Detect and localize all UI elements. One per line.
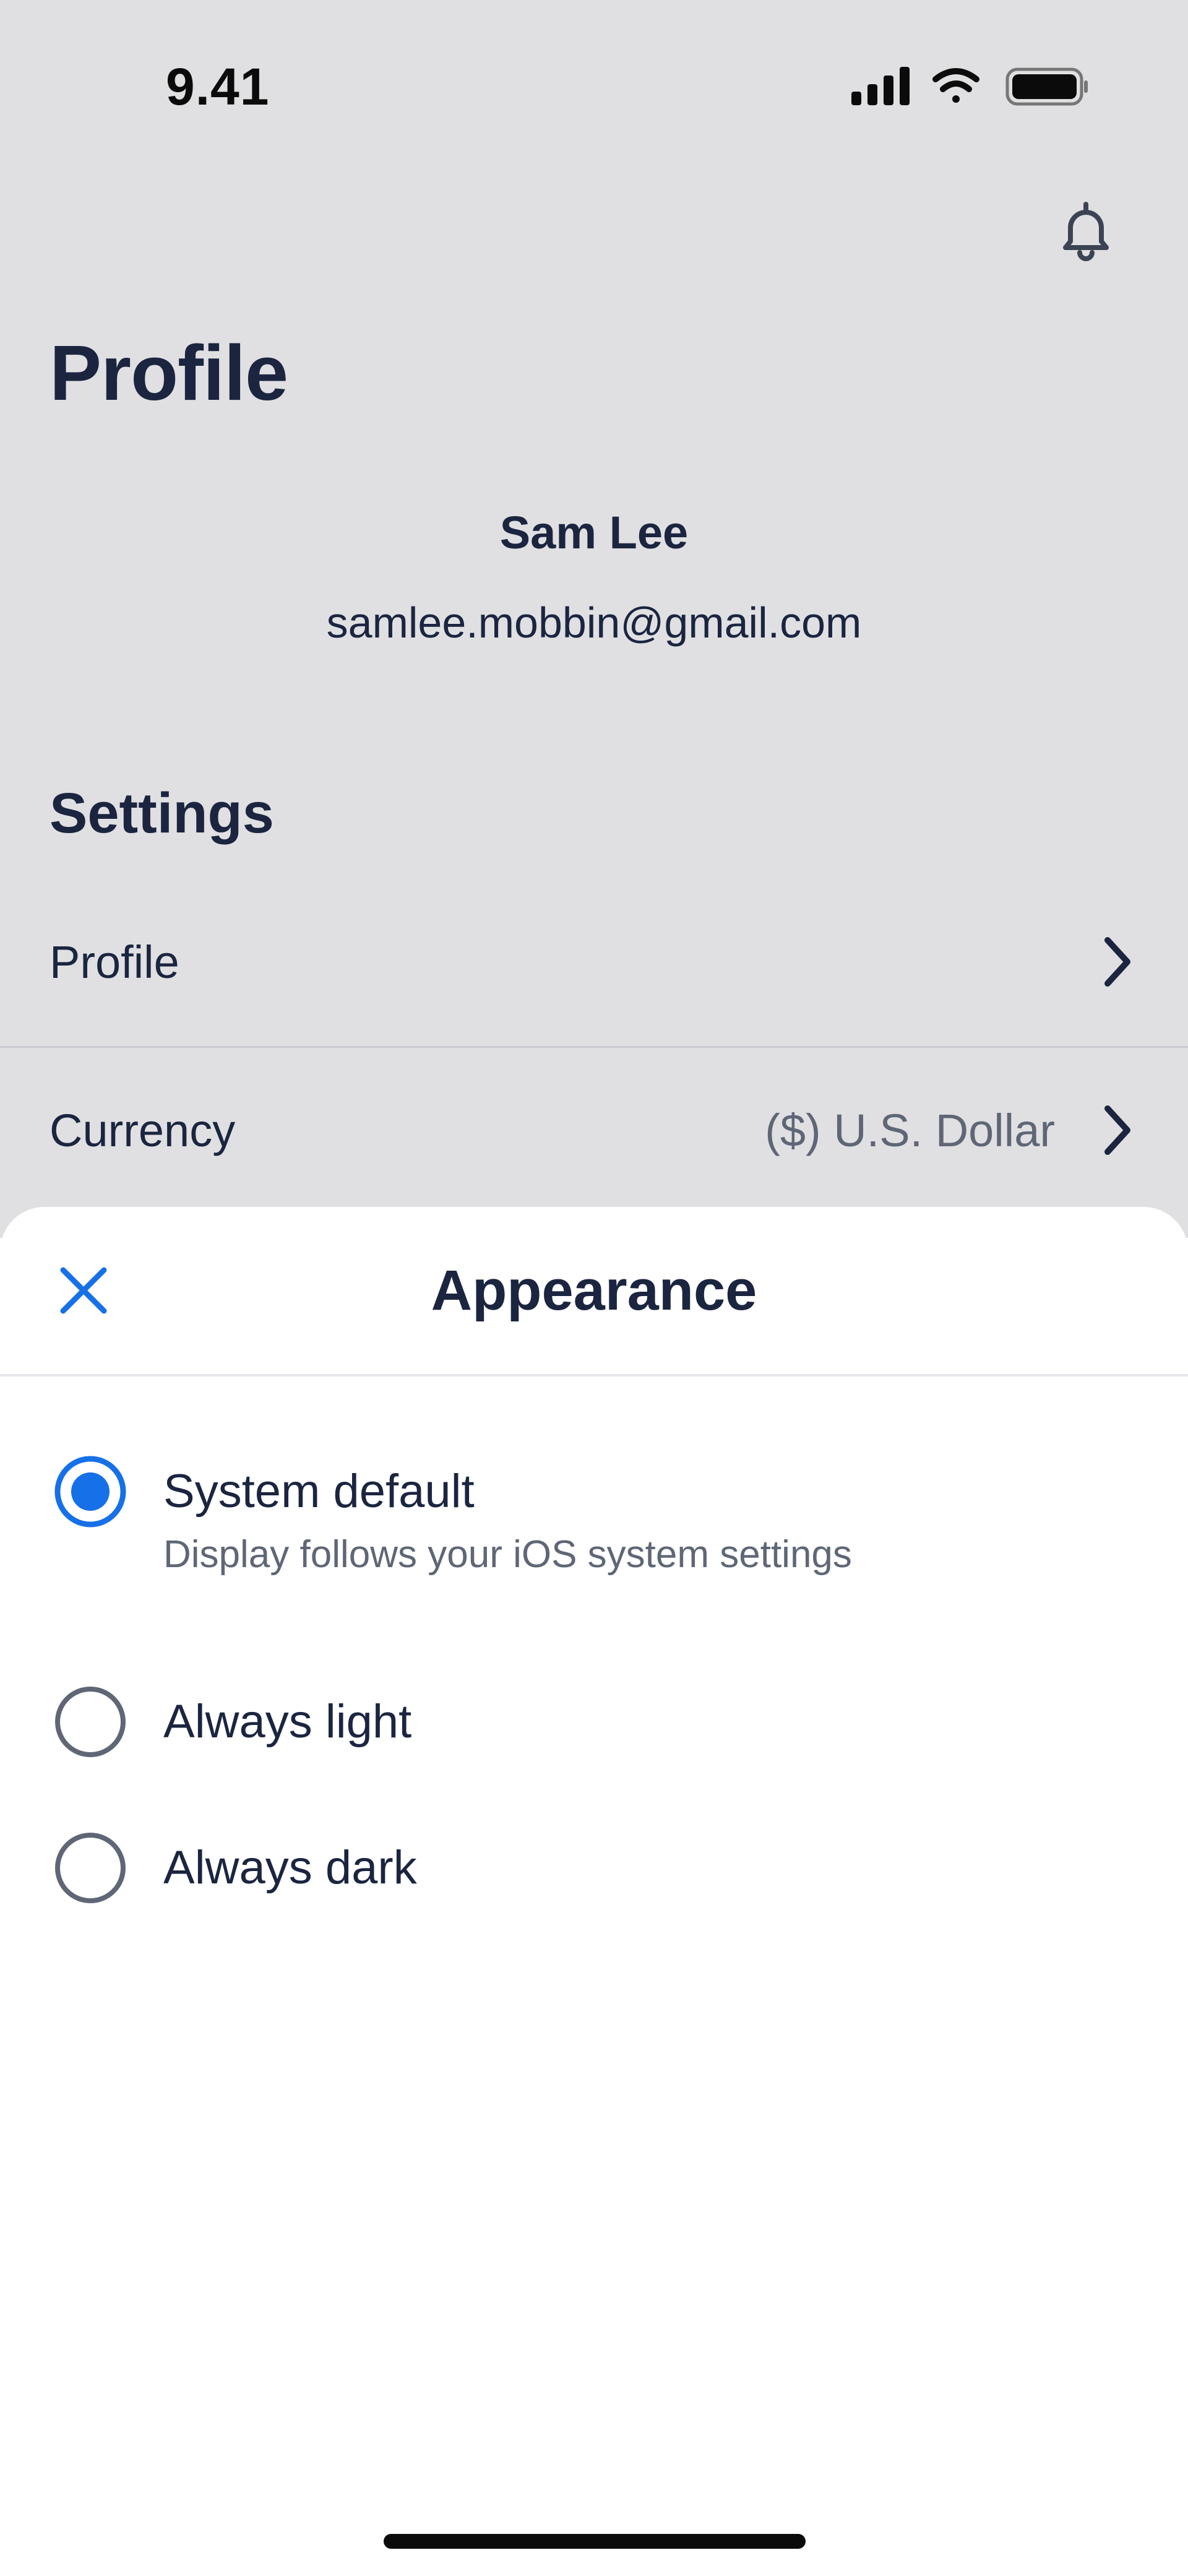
appearance-option-always-light[interactable]: Always light: [0, 1685, 1188, 1759]
bell-icon: [1063, 202, 1109, 261]
notifications-button[interactable]: [1052, 196, 1120, 264]
status-time: 9.41: [166, 58, 270, 116]
option-label: Always dark: [163, 1841, 417, 1894]
option-label: System default: [163, 1465, 475, 1518]
user-name: Sam Lee: [499, 507, 689, 558]
wifi-icon: [932, 68, 979, 103]
sheet-header: Appearance: [0, 1207, 1188, 1377]
settings-item-profile[interactable]: Profile: [0, 878, 1188, 1048]
status-icons: [851, 67, 1088, 106]
cellular-signal-icon: [851, 67, 910, 105]
battery-icon: [1005, 67, 1088, 106]
radio-selected[interactable]: [53, 1454, 127, 1529]
radio-unselected[interactable]: [53, 1831, 127, 1905]
option-description: Display follows your iOS system settings: [163, 1533, 852, 1576]
user-email: samlee.mobbin@gmail.com: [326, 599, 862, 647]
profile-screen-background: 9.41 Profile Sam Lee samlee.mobbin@gmail…: [0, 0, 1188, 1238]
chevron-right-icon: [1104, 1105, 1130, 1155]
appearance-sheet: Appearance System default Display follow…: [0, 1207, 1188, 2576]
settings-item-currency[interactable]: Currency ($) U.S. Dollar: [0, 1046, 1188, 1214]
appearance-option-always-dark[interactable]: Always dark: [0, 1831, 1188, 1905]
currency-value: ($) U.S. Dollar: [765, 1104, 1055, 1156]
radio-unselected[interactable]: [53, 1685, 127, 1759]
settings-item-label: Profile: [50, 936, 179, 988]
option-label: Always light: [163, 1695, 412, 1748]
settings-section-title: Settings: [50, 782, 274, 845]
settings-item-label: Currency: [50, 1104, 236, 1156]
appearance-option-system-default[interactable]: System default Display follows your iOS …: [0, 1454, 1188, 1597]
page-title: Profile: [50, 329, 288, 417]
sheet-title: Appearance: [431, 1259, 757, 1322]
chevron-right-icon: [1104, 937, 1130, 987]
close-icon: [60, 1267, 107, 1314]
home-indicator: [384, 2534, 806, 2549]
close-button[interactable]: [50, 1256, 118, 1325]
status-bar: 9.41: [0, 0, 1188, 136]
